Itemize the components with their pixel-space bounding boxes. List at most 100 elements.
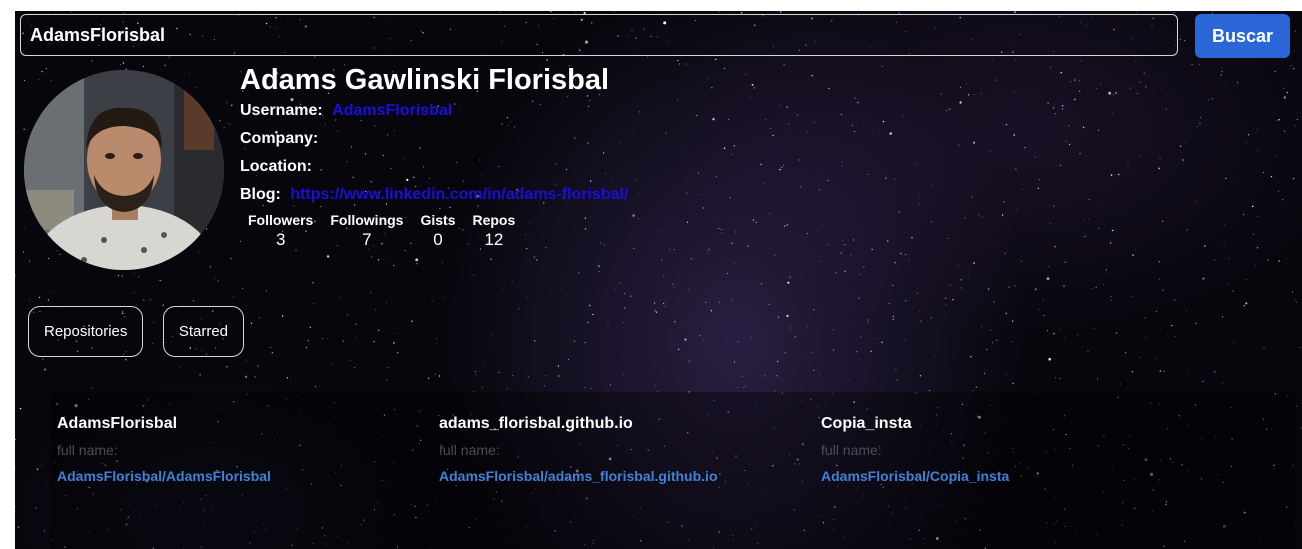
- stat-label: Repos: [472, 212, 516, 228]
- star: [784, 225, 786, 227]
- star: [416, 263, 418, 265]
- star: [1246, 279, 1247, 280]
- star: [654, 310, 656, 312]
- tab-repositories[interactable]: Repositories: [28, 306, 144, 357]
- star: [269, 347, 271, 348]
- star: [958, 144, 960, 146]
- star: [1043, 315, 1045, 317]
- star: [370, 256, 373, 258]
- star: [711, 87, 713, 89]
- star: [850, 254, 852, 256]
- star: [575, 11, 577, 12]
- star: [1091, 288, 1093, 290]
- star: [931, 185, 932, 186]
- star: [737, 387, 738, 388]
- star: [787, 281, 790, 284]
- star: [695, 114, 698, 117]
- star: [1291, 291, 1294, 293]
- star: [550, 11, 552, 13]
- star: [1136, 92, 1138, 94]
- star: [314, 385, 316, 387]
- star: [1186, 310, 1187, 311]
- star: [729, 197, 731, 199]
- star: [686, 221, 689, 223]
- star: [784, 352, 786, 354]
- star: [919, 375, 922, 377]
- star: [1013, 91, 1015, 92]
- tab-bar: Repositories Starred: [28, 306, 259, 357]
- star: [1162, 289, 1164, 291]
- star: [970, 324, 972, 326]
- star: [45, 68, 47, 70]
- star: [751, 83, 754, 86]
- star: [134, 272, 136, 274]
- star: [863, 266, 865, 268]
- username-link[interactable]: AdamsFlorisbal: [332, 102, 452, 119]
- star: [1127, 162, 1129, 164]
- star: [1015, 168, 1017, 171]
- star: [783, 142, 785, 144]
- star: [980, 92, 982, 94]
- repo-link[interactable]: AdamsFlorisbal/adams_florisbal.github.io: [439, 466, 799, 486]
- star: [959, 101, 962, 104]
- search-input[interactable]: [20, 14, 1178, 56]
- star: [441, 261, 443, 263]
- star: [968, 273, 970, 275]
- star: [1278, 260, 1280, 262]
- star: [905, 68, 907, 70]
- tab-starred[interactable]: Starred: [162, 306, 245, 357]
- star: [1276, 156, 1277, 157]
- star: [718, 228, 720, 229]
- repo-link[interactable]: AdamsFlorisbal/AdamsFlorisbal: [57, 466, 417, 486]
- star: [309, 326, 312, 329]
- star: [813, 369, 815, 371]
- star: [217, 90, 219, 92]
- star: [543, 385, 545, 387]
- star: [633, 247, 635, 249]
- star: [702, 339, 704, 341]
- repo-link[interactable]: AdamsFlorisbal/Copia_insta: [821, 466, 1181, 486]
- star: [1191, 63, 1193, 65]
- star: [813, 268, 815, 270]
- star: [664, 306, 666, 308]
- star: [59, 253, 61, 255]
- stat-followers: Followers 3: [248, 211, 313, 251]
- star: [1257, 149, 1259, 151]
- star: [125, 359, 127, 361]
- star: [769, 127, 771, 129]
- star: [842, 166, 843, 168]
- star: [39, 527, 41, 529]
- star: [370, 291, 372, 294]
- star: [776, 360, 779, 363]
- star: [851, 124, 854, 126]
- star: [1158, 261, 1160, 263]
- star: [798, 159, 800, 161]
- star: [898, 211, 900, 213]
- star: [1061, 108, 1063, 110]
- star: [797, 114, 798, 116]
- star: [133, 292, 135, 294]
- repo-name: Copia_insta: [821, 415, 912, 432]
- blog-link[interactable]: https://www.linkedin.com/in/adams-floris…: [290, 186, 628, 203]
- star: [1005, 312, 1007, 315]
- star: [966, 83, 968, 85]
- star: [1223, 223, 1225, 225]
- star: [633, 132, 635, 134]
- star: [584, 387, 586, 389]
- search-button[interactable]: Buscar: [1195, 14, 1290, 58]
- location-row: Location:: [240, 153, 628, 181]
- repo-card: Copia_insta full name: AdamsFlorisbal/Co…: [821, 414, 1181, 486]
- star: [623, 322, 624, 323]
- star: [1069, 143, 1071, 146]
- star: [561, 288, 563, 290]
- star: [842, 240, 843, 242]
- star: [728, 118, 730, 121]
- star: [788, 123, 790, 125]
- star: [121, 275, 123, 277]
- star: [632, 214, 635, 217]
- star: [919, 311, 920, 312]
- star: [881, 370, 883, 372]
- star: [226, 102, 227, 103]
- star: [889, 132, 892, 135]
- star: [844, 244, 846, 246]
